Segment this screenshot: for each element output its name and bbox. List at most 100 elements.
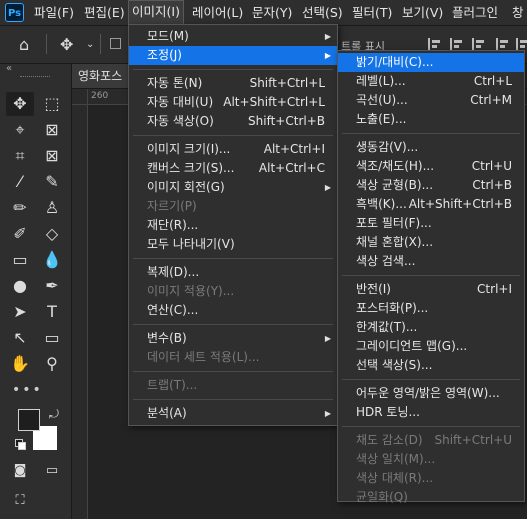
submenu-arrow-icon: ▶ [324, 334, 331, 343]
adjustments-menu-item-hdr-토닝[interactable]: HDR 토닝... [338, 403, 524, 422]
auto-select-checkbox[interactable] [110, 38, 121, 49]
object-selection-tool-icon[interactable]: ⊠ [38, 118, 66, 142]
quick-selection-tool-icon[interactable]: ⌖ [6, 118, 34, 142]
swap-colors-icon[interactable]: ⤾ [49, 407, 59, 422]
menu-separator [133, 69, 333, 70]
type-tool-icon[interactable]: T [38, 300, 66, 324]
menu-item-label: 선택 색상(S)... [356, 358, 433, 372]
menu-separator [133, 371, 333, 372]
foreground-color-swatch[interactable] [18, 409, 40, 431]
image-menu-item-변수[interactable]: 변수(B) ▶ [129, 329, 337, 348]
image-menu-item-캔버스-크기[interactable]: 캔버스 크기(S)... Alt+Ctrl+C [129, 159, 337, 178]
menu-filter[interactable]: 필터(T) [349, 0, 395, 25]
blur-tool-icon[interactable]: 💧 [38, 248, 66, 272]
marquee-tool-icon[interactable]: ⬚ [38, 92, 66, 116]
image-menu-item-재단[interactable]: 재단(R)... [129, 216, 337, 235]
clone-stamp-tool-icon[interactable]: ♙ [38, 196, 66, 220]
image-menu-item-데이터-세트-적용: 데이터 세트 적용(L)... [129, 348, 337, 367]
history-brush-tool-icon[interactable]: ✐ [6, 222, 34, 246]
menu-image[interactable]: 이미지(I) [128, 0, 184, 24]
adjustments-menu-item-밝기-대비[interactable]: 밝기/대비(C)... [338, 53, 524, 72]
adjustments-menu-item-포스터화[interactable]: 포스터화(P)... [338, 299, 524, 318]
rectangle-tool-icon[interactable]: ▭ [38, 326, 66, 350]
eyedropper-tool-icon[interactable]: ⁄ [6, 170, 34, 194]
menu-item-label: 포스터화(P)... [356, 301, 429, 315]
adjustments-menu-item-색상-균형[interactable]: 색상 균형(B)... Ctrl+B [338, 176, 524, 195]
menu-layer[interactable]: 레이어(L) [189, 0, 246, 25]
menu-item-label: 모드(M) [147, 29, 189, 43]
adjustments-menu-item-채널-혼합[interactable]: 채널 혼합(X)... [338, 233, 524, 252]
edit-toolbar-icon[interactable]: ••• [12, 382, 43, 398]
image-menu-item-조정[interactable]: 조정(J) ▶ [129, 46, 337, 65]
image-menu-item-모드[interactable]: 모드(M) ▶ [129, 27, 337, 46]
submenu-arrow-icon: ▶ [324, 32, 331, 41]
vertical-ruler[interactable] [72, 105, 88, 519]
menu-type[interactable]: 문자(Y) [249, 0, 295, 25]
image-menu-item-연산[interactable]: 연산(C)... [129, 301, 337, 320]
adjustments-menu-item-선택-색상[interactable]: 선택 색상(S)... [338, 356, 524, 375]
pen-tool-icon[interactable]: ✒ [38, 274, 66, 298]
menubar: Ps 파일(F) 편집(E) 이미지(I) 레이어(L) 문자(Y) 선택(S)… [0, 0, 527, 26]
adjustments-menu-item-그레이디언트-맵[interactable]: 그레이디언트 맵(G)... [338, 337, 524, 356]
crop-tool-icon[interactable]: ⌗ [6, 144, 34, 168]
menu-separator [342, 133, 520, 134]
image-menu-item-자동-톤[interactable]: 자동 톤(N) Shift+Ctrl+L [129, 74, 337, 93]
default-colors-icon[interactable] [15, 439, 26, 450]
adjustments-menu-item-노출[interactable]: 노출(E)... [338, 110, 524, 129]
menu-plugins[interactable]: 플러그인 [449, 0, 501, 25]
share-icon[interactable]: ⛶ [6, 489, 34, 513]
adjustments-menu-item-생동감[interactable]: 생동감(V)... [338, 138, 524, 157]
image-menu-item-모두-나타내기[interactable]: 모두 나타내기(V) [129, 235, 337, 254]
menu-item-label: 캔버스 크기(S)... [147, 161, 235, 175]
document-tab[interactable]: 영화포스 [72, 64, 130, 88]
screen-mode-icon[interactable]: ▭ [38, 459, 66, 483]
menu-item-label: 이미지 적용(Y)... [147, 284, 235, 298]
menu-file[interactable]: 파일(F) [31, 0, 77, 25]
adjustments-menu-item-레벨[interactable]: 레벨(L)... Ctrl+L [338, 72, 524, 91]
adjustments-menu-item-흑백[interactable]: 흑백(K)... Alt+Shift+Ctrl+B [338, 195, 524, 214]
adjustments-submenu: 밝기/대비(C)... 레벨(L)... Ctrl+L 곡선(U)... Ctrl+M 노… [337, 50, 525, 504]
hand-tool-icon[interactable]: ✋ [6, 352, 34, 376]
image-menu-item-자동-대비[interactable]: 자동 대비(U) Alt+Shift+Ctrl+L [129, 93, 337, 112]
image-menu-item-이미지-회전[interactable]: 이미지 회전(G) ▶ [129, 178, 337, 197]
menu-item-shortcut: Ctrl+L [473, 74, 512, 88]
spot-healing-brush-icon[interactable]: ✎ [38, 170, 66, 194]
divider [100, 34, 101, 54]
move-tool-icon[interactable]: ✥ [6, 92, 34, 116]
menu-separator [133, 135, 333, 136]
zoom-tool-icon[interactable]: ⚲ [38, 352, 66, 376]
menu-view[interactable]: 보기(V) [399, 0, 446, 25]
menu-item-label: 재단(R)... [147, 218, 199, 232]
adjustments-menu-item-포토-필터[interactable]: 포토 필터(F)... [338, 214, 524, 233]
adjustments-menu-item-반전[interactable]: 반전(I) Ctrl+I [338, 280, 524, 299]
divider [46, 34, 47, 54]
gradient-tool-icon[interactable]: ▭ [6, 248, 34, 272]
path-selection-tool-icon[interactable]: ➤ [6, 300, 34, 324]
collapse-panel-icon[interactable]: « [6, 63, 12, 74]
image-menu-item-이미지-크기[interactable]: 이미지 크기(I)... Alt+Ctrl+I [129, 140, 337, 159]
move-tool-icon[interactable]: ✥ [60, 26, 73, 63]
chevron-down-icon[interactable]: ⌄ [86, 26, 94, 63]
image-menu-item-복제[interactable]: 복제(D)... [129, 263, 337, 282]
dodge-tool-icon[interactable]: ● [6, 274, 34, 298]
panel-grip[interactable] [20, 76, 50, 79]
direct-selection-tool-icon[interactable]: ↖ [6, 326, 34, 350]
image-menu-dropdown: 모드(M) ▶ 조정(J) ▶ 자동 톤(N) Shift+Ctrl+L 자동 대비(U) A… [128, 24, 338, 426]
image-menu-item-자동-색상[interactable]: 자동 색상(O) Shift+Ctrl+B [129, 112, 337, 131]
menu-select[interactable]: 선택(S) [299, 0, 346, 25]
home-icon[interactable]: ⌂ [19, 26, 29, 63]
menu-window[interactable]: 창 [509, 0, 527, 25]
menu-item-label: 자동 대비(U) [147, 95, 214, 109]
brush-tool-icon[interactable]: ✏ [6, 196, 34, 220]
menu-edit[interactable]: 편집(E) [81, 0, 128, 25]
adjustments-menu-item-한계값[interactable]: 한계값(T)... [338, 318, 524, 337]
eraser-tool-icon[interactable]: ◇ [38, 222, 66, 246]
image-menu-item-분석[interactable]: 분석(A) ▶ [129, 404, 337, 423]
adjustments-menu-item-곡선[interactable]: 곡선(U)... Ctrl+M [338, 91, 524, 110]
frame-tool-icon[interactable]: ⊠ [38, 144, 66, 168]
adjustments-menu-item-색상-검색[interactable]: 색상 검색... [338, 252, 524, 271]
quick-mask-icon[interactable]: ◙ [6, 459, 34, 483]
adjustments-menu-item-색조-채도[interactable]: 색조/채도(H)... Ctrl+U [338, 157, 524, 176]
adjustments-menu-item-어두운-영역-밝은-영역[interactable]: 어두운 영역/밝은 영역(W)... [338, 384, 524, 403]
submenu-arrow-icon: ▶ [324, 183, 331, 192]
